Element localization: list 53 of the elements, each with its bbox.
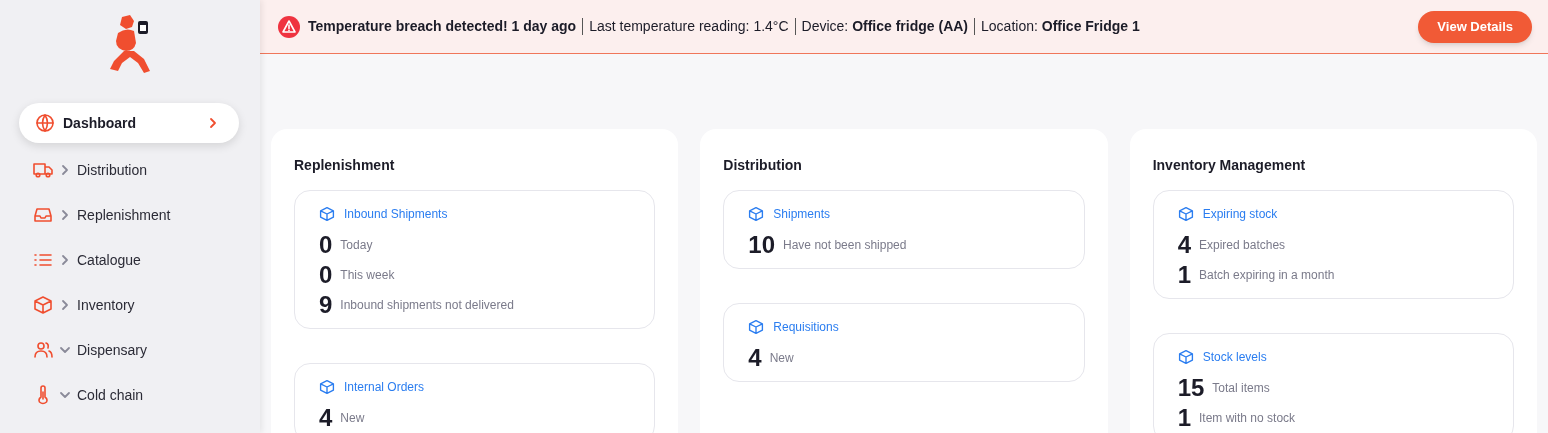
nav-item[interactable]: Distribution [19, 152, 239, 188]
widget-title[interactable]: Shipments [748, 206, 1060, 222]
box-icon [748, 206, 765, 222]
alert-detail: Location: Office Fridge 1 [981, 17, 1140, 36]
nav-item[interactable]: Dispensary [19, 332, 239, 368]
box-icon [319, 379, 335, 395]
stat-value: 4 [319, 406, 333, 430]
stat-value: 0 [319, 263, 333, 287]
stat-label: Have not been shipped [783, 237, 907, 254]
stat-value: 9 [319, 293, 333, 317]
widget-title[interactable]: Inbound Shipments [319, 206, 631, 222]
stat-label: Today [340, 237, 373, 254]
globe-icon [35, 113, 55, 133]
stat-label: New [769, 350, 794, 367]
widget-title[interactable]: Internal Orders [319, 379, 631, 395]
section-title: Inventory Management [1152, 156, 1307, 174]
alert-detail: Last temperature reading: 1.4°C [589, 17, 789, 36]
stat-value: 4 [748, 346, 762, 370]
stat-label: This week [340, 267, 395, 284]
nav-item[interactable]: Dashboard [19, 103, 239, 143]
nav-item[interactable]: Cold chain [19, 377, 239, 413]
section-title: Distribution [723, 156, 803, 174]
stat-value: 1 [1177, 263, 1191, 287]
stat-value: 15 [1177, 376, 1205, 400]
stat-label: New [340, 410, 365, 427]
widget-title[interactable]: Stock levels [1177, 349, 1489, 365]
widget-title[interactable]: Expiring stock [1177, 206, 1489, 222]
warning-icon [278, 15, 300, 38]
tray-icon [33, 205, 53, 225]
stat-value: 0 [319, 233, 333, 257]
stat-value: 10 [748, 233, 776, 257]
stat-value: 4 [1177, 233, 1191, 257]
stat-value: 1 [1177, 406, 1191, 430]
alert-title: Temperature breach detected! 1 day ago [308, 17, 577, 36]
stat-label: Inbound shipments not delivered [340, 297, 514, 314]
stat-label: Expired batches [1199, 237, 1286, 254]
box-icon [1177, 349, 1194, 365]
section-title: Replenishment [294, 156, 396, 174]
box-icon [33, 295, 53, 315]
people-icon [33, 340, 53, 360]
nav-item[interactable]: Replenishment [19, 197, 239, 233]
box-icon [748, 319, 765, 335]
box-icon [1177, 206, 1194, 222]
truck-icon [33, 160, 53, 180]
box-icon [319, 206, 335, 222]
stat-label: Item with no stock [1199, 410, 1296, 427]
nav-item[interactable]: Catalogue [19, 242, 239, 278]
alert-detail: Device: Office fridge (AA) [801, 17, 969, 36]
stat-label: Total items [1212, 380, 1270, 397]
stat-label: Batch expiring in a month [1199, 267, 1335, 284]
logo-icon [108, 13, 152, 75]
nav-item[interactable]: Inventory [19, 287, 239, 323]
widget-title[interactable]: Requisitions [748, 319, 1060, 335]
